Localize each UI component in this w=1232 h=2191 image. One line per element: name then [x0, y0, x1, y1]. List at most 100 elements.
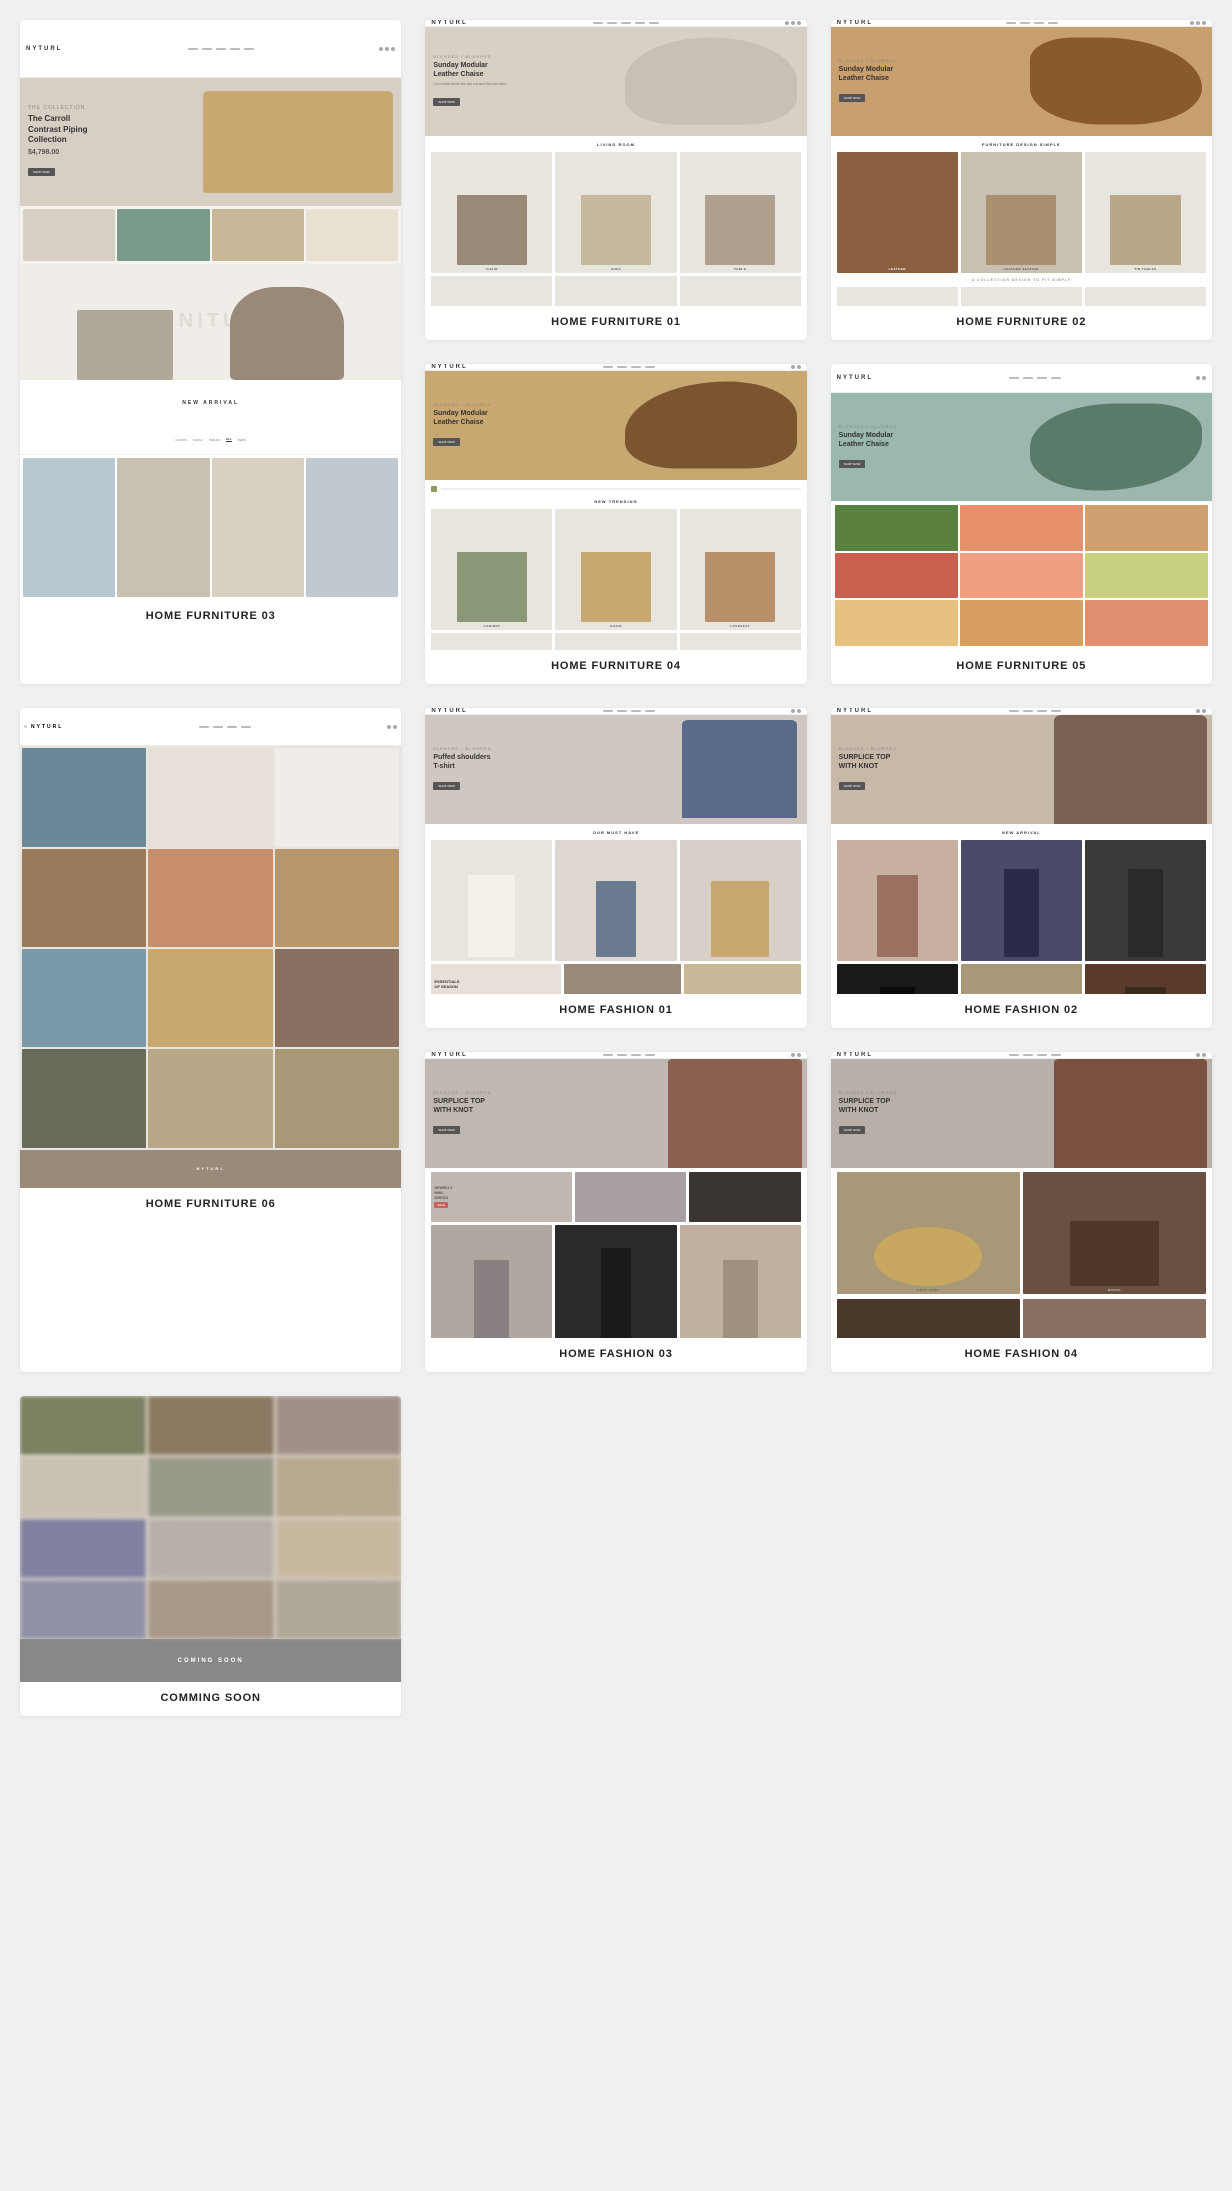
mock-hero-title: Sunday ModularLeather Chaise [839, 431, 897, 449]
mock-shelf-silhouette [77, 310, 172, 380]
mock-product-item: LEATHER [837, 152, 958, 273]
mock-cta-btn: SHOP NOW [839, 782, 866, 790]
mock-body: Furniture Design Simple LEATHER LEATHER … [831, 136, 1212, 306]
mock-fashion-item [1085, 840, 1206, 961]
mock-essentials-label: ESSENTIALSOF SEASON [434, 979, 557, 989]
mock-hero-title: Sunday ModularLeather Chaise [433, 409, 491, 427]
mock-product-item: CHAIR [555, 509, 676, 630]
mock-product-item [1085, 287, 1206, 306]
mock-cta-btn: SHOP NOW [839, 94, 866, 102]
card-home-furniture-03[interactable]: NYTURL THE COLLECTION The CarrollContras… [20, 20, 401, 684]
mock-accessory-item: BOOTS [1023, 1172, 1206, 1294]
mosaic-cell-floor-lamp [22, 748, 146, 846]
mosaic-cell-shelf [148, 1049, 272, 1147]
mock-hero: BLENDED / BLURRED SURPLICE TOPWITH KNOT … [831, 1059, 1212, 1168]
card-home-fashion-03[interactable]: NYTURL BLENDED / BLURRED SURPLICE TOPWIT… [425, 1052, 806, 1372]
card-label-home-furniture-02: HOME FURNITURE 02 [831, 306, 1212, 340]
card-label-home-fashion-01: HOME FASHION 01 [425, 994, 806, 1028]
coming-soon-bar: COMING SOON [20, 1639, 401, 1682]
mock-hero-text: BLENDED / BLURRED Sunday ModularLeather … [839, 424, 897, 470]
card-home-furniture-05[interactable]: NYTURL BLENDED / BLURRED Sunday ModularL… [831, 364, 1212, 684]
mock-nav-links [603, 366, 655, 368]
mock-essentials-image-1 [564, 964, 681, 994]
mock-nav-links [1009, 710, 1061, 712]
mock-product-item: TABLE [680, 152, 801, 273]
card-home-furniture-06[interactable]: NYTURL [20, 708, 401, 1372]
coming-soon-cell-7 [20, 1519, 146, 1578]
mock-mosaic-cell [1085, 553, 1208, 599]
card-home-fashion-01[interactable]: NYTURL BLENDED / BLURRED Puffed shoulder… [425, 708, 806, 1028]
mock-hero: BLENDED / BLURRED Sunday ModularLeather … [425, 371, 806, 480]
mock-hero-title: Puffed shouldersT-shirt [433, 753, 491, 771]
coming-soon-cell-9 [276, 1519, 402, 1578]
mock-mosaic-cell [960, 600, 1083, 646]
mock-hero-text: BLENDED / BLURRED Sunday ModularLeather … [433, 402, 491, 448]
coming-soon-cell-8 [148, 1519, 274, 1578]
mock-product-grid: CABINET CHAIR LOVESEAT [431, 509, 800, 630]
mock-hero-image [1054, 715, 1207, 824]
card-label-home-furniture-05: HOME FURNITURE 05 [831, 650, 1212, 684]
mosaic-cell-side-table [22, 1049, 146, 1147]
mock-hero-title: SURPLICE TOPWITH KNOT [433, 1097, 491, 1115]
mock-hero-label: BLENDED / BLURRED [433, 54, 506, 59]
mock-product-item [961, 287, 1082, 306]
preview-coming-soon: COMING SOON [20, 1396, 401, 1682]
mock-hero: BLENDED / BLURRED Sunday ModularLeather … [831, 393, 1212, 502]
mock-essentials-image-2 [684, 964, 801, 994]
mock-mosaic-cell [1085, 505, 1208, 551]
card-home-furniture-01[interactable]: NYTURL BLENDED / BLURRED Sunday ModularL… [425, 20, 806, 340]
mock-tab: TABLES [209, 438, 220, 442]
mock-hero: BLENDED / BLURRED SURPLICE TOPWITH KNOT … [425, 1059, 806, 1168]
mock-hero-label: BLENDED / BLURRED [433, 1090, 491, 1095]
mock-section-title-2: A collection design to fit simply [837, 278, 1206, 282]
mosaic-cell-vase [148, 748, 272, 846]
card-coming-soon[interactable]: COMING SOON COMMING SOON [20, 1396, 401, 1716]
mock-nav-links [603, 1054, 655, 1056]
mock-product-item [680, 276, 801, 306]
mock-nav: NYTURL [425, 20, 806, 27]
mock-hero-text: THE COLLECTION The CarrollContrast Pipin… [28, 105, 88, 178]
mock-essentials-section: ESSENTIALSOF SEASON [431, 964, 800, 994]
card-home-fashion-04[interactable]: NYTURL BLENDED / BLURRED SURPLICE TOPWIT… [831, 1052, 1212, 1372]
mock-chair-item [212, 209, 304, 261]
mock-hero-text: BLENDED / BLURRED Puffed shouldersT-shir… [433, 746, 491, 792]
mock-chair-item [306, 209, 398, 261]
mock-hero-image [1030, 403, 1202, 490]
mock-fashion-item [555, 1225, 676, 1338]
card-label-home-fashion-04: HOME FASHION 04 [831, 1338, 1212, 1372]
mock-hero: BLENDED / BLURRED Sunday ModularLeather … [831, 27, 1212, 136]
mock-section-title: NEW ARRIVAL [837, 830, 1206, 835]
card-home-furniture-02[interactable]: NYTURL BLENDED / BLURRED Sunday ModularL… [831, 20, 1212, 340]
mock-mosaic-cell [960, 553, 1083, 599]
mock-product-item: CHAIR [431, 152, 552, 273]
mock-accessory-item [1023, 1299, 1206, 1338]
mock-product-item: LEATHER SEATING [961, 152, 1082, 273]
mock-logo: NYTURL [431, 364, 467, 370]
mock-product-item: TIN TABLES [1085, 152, 1206, 273]
mock-chair-item [23, 209, 115, 261]
mock-body: NEW ARRIVAL [831, 824, 1212, 994]
card-label-home-furniture-06: HOME FURNITURE 06 [20, 1188, 401, 1222]
mock-product-grid-2 [837, 964, 1206, 994]
mock-product-grid [837, 840, 1206, 961]
mock-body: SPARKLYMINIDRESS SALE [425, 1168, 806, 1338]
mock-footer-text: NYTURL [197, 1166, 225, 1171]
mosaic-cell-stool-brown [22, 849, 146, 947]
mock-chair-item [117, 209, 209, 261]
coming-soon-cell-10 [20, 1580, 146, 1639]
mock-mosaic-body [20, 746, 401, 1149]
mock-cta-btn: SHOP NOW [433, 782, 460, 790]
card-home-furniture-04[interactable]: NYTURL BLENDED / BLURRED Sunday ModularL… [425, 364, 806, 684]
mock-logo: NYTURL [837, 20, 873, 26]
coming-soon-cell-11 [148, 1580, 274, 1639]
mock-product-item: SOFA [555, 152, 676, 273]
mock-nav-icons [379, 47, 395, 51]
mock-logo: NYTURL [431, 20, 467, 26]
mock-thumb [431, 486, 437, 492]
mock-product-item [212, 458, 304, 597]
card-home-fashion-02[interactable]: NYTURL BLENDED / BLURRED SURPLICE TOPWIT… [831, 708, 1212, 1028]
mock-logo: NYTURL [837, 708, 873, 714]
mosaic-cell-sideboard [275, 849, 399, 947]
card-label-coming-soon: COMMING SOON [20, 1682, 401, 1716]
mock-tab: SOFAS [193, 438, 203, 442]
